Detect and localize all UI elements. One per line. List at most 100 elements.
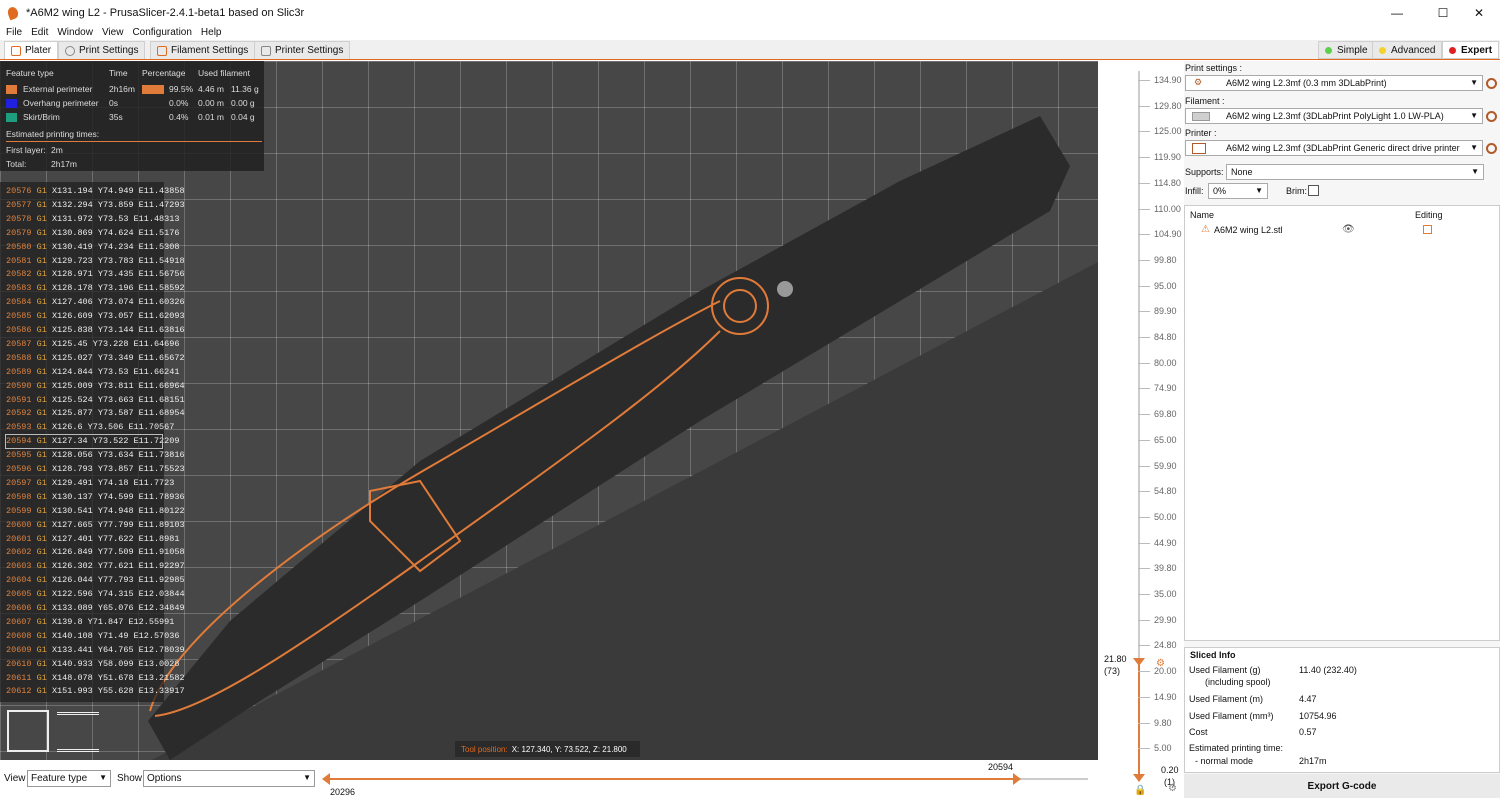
gcode-line-number: 20608 [6, 630, 32, 641]
mode-expert-button[interactable]: Expert [1442, 41, 1500, 59]
gcode-command: G1 [36, 672, 47, 683]
gcode-command: G1 [36, 213, 47, 224]
close-button[interactable]: ✕ [1456, 0, 1500, 25]
cog-icon[interactable] [1486, 143, 1497, 154]
menu-configuration[interactable]: Configuration [132, 27, 191, 38]
lock-icon[interactable]: 🔒 [1134, 785, 1146, 796]
gcode-line-number: 20611 [6, 672, 32, 683]
infill-combo[interactable]: 0% ▼ [1208, 183, 1268, 199]
gcode-args: X139.8 Y71.847 E12.55991 [51, 616, 175, 627]
brim-label: Brim: [1286, 186, 1307, 196]
lower-thumb-handle[interactable] [1133, 774, 1145, 782]
legend-time: 0s [109, 98, 118, 108]
legend-feature-name: Skirt/Brim [23, 112, 60, 122]
gcode-command: G1 [36, 186, 47, 196]
gcode-line: 20601 G1 X127.401 Y77.622 E11.8981 [6, 533, 179, 546]
gcode-line: 20579 G1 X130.869 Y74.624 E11.5176 [6, 227, 179, 240]
tick-line [1138, 619, 1150, 621]
layer-slider[interactable]: 134.90 129.80 125.00 119.90 114.80 110.00 104.… [1098, 61, 1184, 798]
gcode-line: 20603 G1 X126.302 Y77.621 E11.92297 [6, 560, 185, 573]
tick-line [1138, 80, 1150, 81]
view-type-select[interactable]: Feature type ▼ [27, 770, 111, 787]
supports-combo[interactable]: None ▼ [1226, 164, 1484, 180]
move-slider-end-thumb[interactable] [1013, 773, 1021, 785]
gcode-line-number: 20586 [6, 325, 32, 335]
cog-icon [65, 45, 75, 56]
first-layer-label: First layer: [6, 145, 46, 155]
menu-window[interactable]: Window [57, 27, 93, 38]
gcode-command: G1 [36, 477, 47, 488]
gcode-command: G1 [36, 422, 47, 433]
tab-print-settings[interactable]: Print Settings [58, 41, 146, 59]
settings-icon[interactable]: ⚙ [1168, 783, 1177, 794]
move-slider-start-thumb[interactable] [322, 773, 330, 785]
cog-icon[interactable] [1486, 78, 1497, 89]
export-gcode-button[interactable]: Export G-code [1184, 774, 1500, 798]
gcode-line: 20609 G1 X133.441 Y64.765 E12.78039 [6, 644, 185, 657]
tab-filament-settings[interactable]: Filament Settings [150, 41, 256, 59]
tick-label: 84.80 [1154, 332, 1177, 342]
tab-printer-settings[interactable]: Printer Settings [254, 41, 351, 59]
gcode-args: X126.609 Y73.057 E11.62093 [51, 311, 185, 322]
cost-label: Cost [1189, 727, 1208, 737]
tick-line [1138, 182, 1150, 184]
eye-icon[interactable]: 👁 [1342, 224, 1355, 235]
tab-plater[interactable]: Plater [4, 41, 59, 59]
printer-combo[interactable]: A6M2 wing L2.3mf (3DLabPrint Generic dir… [1185, 140, 1483, 156]
legend-percentage-bar [142, 85, 164, 94]
mode-advanced-button[interactable]: Advanced [1372, 41, 1443, 59]
gcode-args: X130.137 Y74.599 E11.78936 [51, 491, 185, 502]
menu-view[interactable]: View [102, 27, 124, 38]
gcode-line: 20602 G1 X126.849 Y77.509 E11.91058 [6, 546, 185, 559]
gcode-args: X126.302 Y77.621 E11.92297 [51, 561, 185, 572]
upper-thumb-handle[interactable] [1133, 658, 1145, 666]
mode-simple-button[interactable]: Simple [1318, 41, 1375, 59]
gcode-args: X125.027 Y73.349 E11.65672 [51, 352, 185, 363]
gcode-line-number: 20587 [6, 338, 32, 349]
print-settings-combo[interactable]: ⚙ A6M2 wing L2.3mf (0.3 mm 3DLabPrint) ▼ [1185, 75, 1483, 91]
object-row[interactable]: ⚠ A6M2 wing L2.stl 👁 [1185, 222, 1499, 239]
feature-legend: Feature type Time Percentage Used filame… [0, 61, 264, 171]
tick-line [1138, 516, 1150, 518]
legend-row: Skirt/Brim 35s 0.4% 0.01 m 0.04 g [6, 112, 262, 124]
iso-view-icon[interactable] [7, 710, 49, 752]
legend-time: 2h16m [109, 84, 135, 94]
minimize-button[interactable]: — [1374, 0, 1420, 25]
gcode-line-number: 20604 [6, 575, 32, 586]
gcode-line: 20612 G1 X151.993 Y55.628 E13.33917 [6, 685, 185, 698]
cog-icon[interactable]: ⚙ [1156, 658, 1165, 669]
gcode-line-number: 20589 [6, 366, 32, 377]
gcode-line: 20577 G1 X132.294 Y73.859 E11.47293 [6, 199, 185, 212]
show-options-select[interactable]: Options ▼ [143, 770, 315, 787]
object-list-editing-header: Editing [1415, 210, 1443, 220]
gcode-args: X127.406 Y73.074 E11.60326 [51, 297, 185, 308]
tick-line [1138, 645, 1150, 647]
legend-row: External perimeter 2h16m 99.5% 4.46 m 11… [6, 84, 262, 96]
filament-combo[interactable]: A6M2 wing L2.3mf (3DLabPrint PolyLight 1… [1185, 108, 1483, 124]
object-list[interactable]: Name Editing ⚠ A6M2 wing L2.stl 👁 [1184, 205, 1500, 641]
warning-icon[interactable]: ⚠ [1201, 224, 1210, 235]
layers-view-icon[interactable] [57, 712, 99, 752]
gcode-args: X148.078 Y51.678 E13.21582 [51, 672, 185, 683]
gcode-command: G1 [36, 505, 47, 516]
gcode-args: X125.838 Y73.144 E11.63816 [51, 325, 185, 335]
brim-checkbox[interactable] [1308, 185, 1319, 196]
gcode-line-number: 20609 [6, 644, 32, 655]
cog-icon[interactable] [1486, 111, 1497, 122]
menu-help[interactable]: Help [201, 27, 222, 38]
menu-file[interactable]: File [6, 27, 22, 38]
move-slider-range [328, 778, 1016, 780]
tick-label: 104.90 [1154, 229, 1182, 240]
legend-percentage: 0.4% [169, 112, 189, 122]
gcode-command: G1 [36, 338, 47, 349]
advanced-dot-icon [1379, 46, 1386, 54]
title-bar: *A6M2 wing L2 - PrusaSlicer-2.4.1-beta1 … [0, 0, 1500, 25]
gcode-args: X128.056 Y73.634 E11.73816 [51, 450, 185, 461]
gcode-args: X132.294 Y73.859 E11.47293 [51, 199, 185, 210]
view-type-value: Feature type [31, 773, 88, 784]
gcode-line: 20583 G1 X128.178 Y73.196 E11.58592 [6, 282, 185, 295]
gcode-command: G1 [36, 227, 47, 238]
edit-icon[interactable] [1423, 225, 1432, 234]
menu-edit[interactable]: Edit [31, 27, 48, 38]
printer-icon [1192, 143, 1206, 154]
